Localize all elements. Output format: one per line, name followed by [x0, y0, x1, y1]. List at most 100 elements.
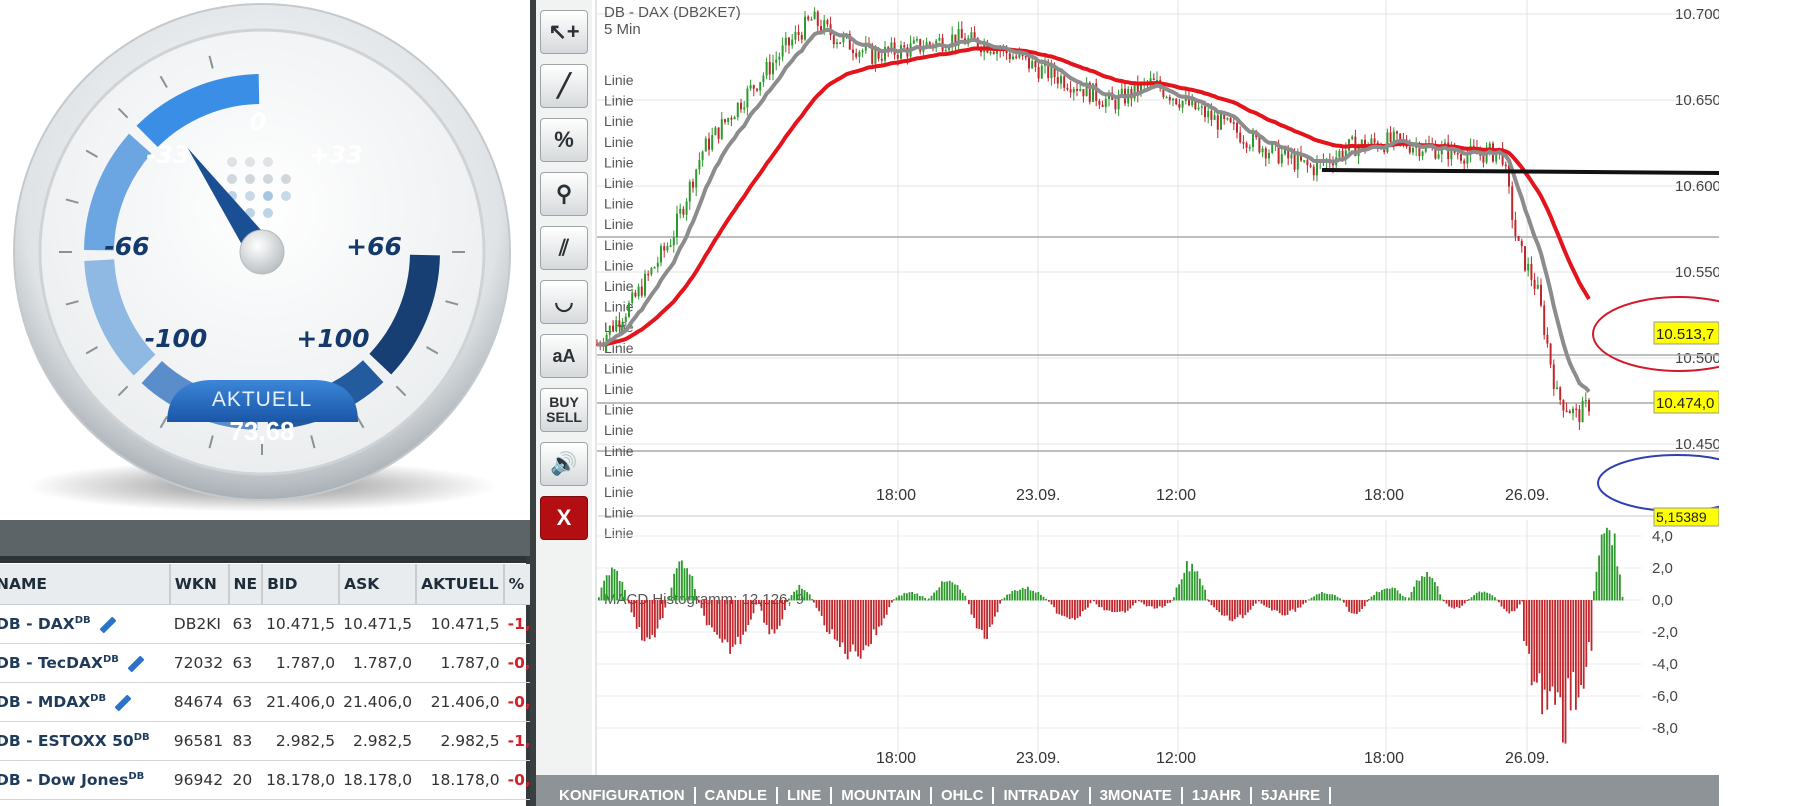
macd-bar — [803, 590, 806, 601]
line-tool-button[interactable]: ╱ — [540, 64, 588, 108]
quote-name: DB - TecDAX — [0, 654, 103, 673]
macd-bar — [1260, 600, 1263, 604]
quote-name-cell[interactable]: DB - TecDAXDB — [0, 643, 170, 683]
macd-bar — [1113, 600, 1116, 613]
macd-bar — [621, 581, 624, 601]
macd-bar — [742, 600, 744, 635]
candle-body — [826, 20, 829, 25]
tab-ohlc[interactable]: OHLC — [932, 787, 995, 804]
candle-body — [768, 62, 771, 75]
tab-mountain[interactable]: MOUNTAIN — [832, 787, 932, 804]
col-header-percent[interactable]: % — [503, 564, 530, 605]
quotes-row[interactable]: DB - Dow JonesDB 96942 20 18.178,0 18.178,0 1… — [0, 760, 530, 800]
candle-body — [788, 37, 790, 46]
time-axis-label: 18:00 — [1364, 487, 1404, 504]
col-header-ask[interactable]: ASK — [339, 564, 418, 605]
quotes-row[interactable]: DB - DAXDB DB2KI 63 10.471,5 10.471,5 10.471,… — [0, 604, 530, 644]
macd-bar — [1178, 584, 1180, 601]
candle-body — [1546, 334, 1549, 344]
macd-bar — [1575, 600, 1577, 710]
parallel-lines-tool-button[interactable]: ⫽ — [540, 226, 588, 270]
macd-axis-label: 4,0 — [1652, 528, 1673, 545]
candle-body — [740, 102, 742, 110]
candle-body — [1236, 123, 1238, 133]
quote-aktuell: 21.406,0 — [416, 682, 504, 722]
quotes-header-strip — [0, 556, 530, 563]
text-tool-button[interactable]: aA — [540, 334, 588, 378]
line-label: Linie — [604, 113, 634, 129]
zoom-tool-button[interactable]: ⚲ — [540, 172, 588, 216]
macd-bar — [1388, 588, 1391, 601]
macd-bar — [996, 600, 999, 613]
macd-bar — [1119, 600, 1121, 612]
tab-3monate[interactable]: 3MONATE — [1091, 787, 1183, 804]
drawing-toolbar: ↖+ ╱% ⚲ ⫽ ◡ aA BUY SELL 🔊 X — [536, 0, 592, 806]
macd-bar — [1276, 600, 1278, 611]
macd-bar — [903, 592, 906, 601]
price-chart[interactable]: 10.70010.65010.60010.55010.50010.450Lini… — [592, 0, 1719, 775]
tab-5jahre[interactable]: 5JAHRE — [1252, 787, 1332, 804]
percent-tool-button[interactable]: % — [540, 118, 588, 162]
time-axis-label: 23.09. — [1016, 487, 1060, 504]
line-label: Linie — [604, 237, 634, 253]
col-header-aktuell[interactable]: AKTUELL — [416, 564, 505, 605]
quote-name-cell[interactable]: DB - Dow JonesDB — [0, 760, 170, 800]
quote-wkn: 96942 — [169, 760, 229, 800]
candle-body — [608, 325, 611, 335]
quote-name-cell[interactable]: DB - ESTOXX 50DB — [0, 721, 170, 761]
quotes-row[interactable]: DB - ESTOXX 50DB 96581 83 2.982,5 2.982,5 2.9… — [0, 721, 530, 761]
tab-konfiguration[interactable]: KONFIGURATION — [550, 787, 696, 804]
candle-body — [717, 127, 720, 139]
quotes-row[interactable]: DB - TecDAXDB 72032 63 1.787,0 1.787,0 1.787,… — [0, 643, 530, 683]
edit-pencil-icon[interactable] — [114, 694, 132, 712]
macd-bar — [933, 592, 935, 601]
quotes-row[interactable]: DB - MDAXDB 84674 63 21.406,0 21.406,0 21.406… — [0, 682, 530, 722]
col-header-wkn[interactable]: WKN — [169, 564, 230, 605]
tab-1jahr[interactable]: 1JAHR — [1183, 787, 1252, 804]
quote-aktuell: 4.821,0 — [416, 799, 504, 806]
cursor-add-tool-button[interactable]: ↖+ — [540, 10, 588, 54]
col-header-bid[interactable]: BID — [262, 564, 341, 605]
quote-name-cell[interactable]: DB - DAXDB — [0, 604, 170, 644]
col-header-name[interactable]: NAME — [0, 564, 171, 605]
candle-body — [1396, 131, 1398, 134]
candle-body — [1536, 284, 1539, 289]
macd-bar — [1084, 600, 1087, 610]
macd-bar — [1413, 586, 1415, 601]
macd-bar — [806, 592, 808, 601]
tab-intraday[interactable]: INTRADAY — [994, 787, 1091, 804]
candle-body — [727, 118, 730, 123]
curve-tool-button[interactable]: ◡ — [540, 280, 588, 324]
quotes-row[interactable]: DB - NASDAQ 100DBA0AE1204.821,04.821,04.… — [0, 799, 530, 806]
macd-bar — [823, 600, 826, 626]
macd-bar — [946, 581, 948, 601]
tab-line[interactable]: LINE — [778, 787, 833, 804]
macd-bar — [1100, 600, 1103, 608]
macd-bar — [1619, 574, 1621, 601]
macd-bar — [1572, 600, 1575, 673]
sound-tool-button[interactable]: 🔊 — [540, 442, 588, 486]
col-header-ne[interactable]: NE — [228, 564, 264, 605]
macd-axis-label: -6,0 — [1652, 688, 1678, 705]
candle-body — [1306, 160, 1309, 166]
quote-name-cell[interactable]: DB - NASDAQ 100DB — [0, 799, 170, 806]
edit-pencil-icon[interactable] — [99, 616, 117, 634]
buy-sell-tool-button[interactable]: BUY SELL — [540, 388, 588, 432]
macd-bar — [1169, 600, 1171, 603]
edit-pencil-icon[interactable] — [127, 655, 145, 673]
quote-name-cell[interactable]: DB - MDAXDB — [0, 682, 170, 722]
candle-body — [618, 320, 621, 328]
line-label: Linie — [604, 196, 634, 212]
macd-bar — [1186, 560, 1188, 601]
macd-bar — [755, 600, 757, 605]
macd-bar — [1213, 600, 1215, 608]
candle-body — [1373, 138, 1376, 143]
quotes-header-row: NAME WKN NE BID ASK AKTUELL % — [0, 564, 530, 605]
close-tool-button[interactable]: X — [540, 496, 588, 540]
tab-candle[interactable]: CANDLE — [696, 787, 779, 804]
macd-bar — [1505, 600, 1508, 612]
macd-bar — [878, 600, 880, 627]
candle-body — [1082, 89, 1085, 97]
macd-bar — [981, 600, 983, 630]
macd-bar — [895, 597, 898, 601]
